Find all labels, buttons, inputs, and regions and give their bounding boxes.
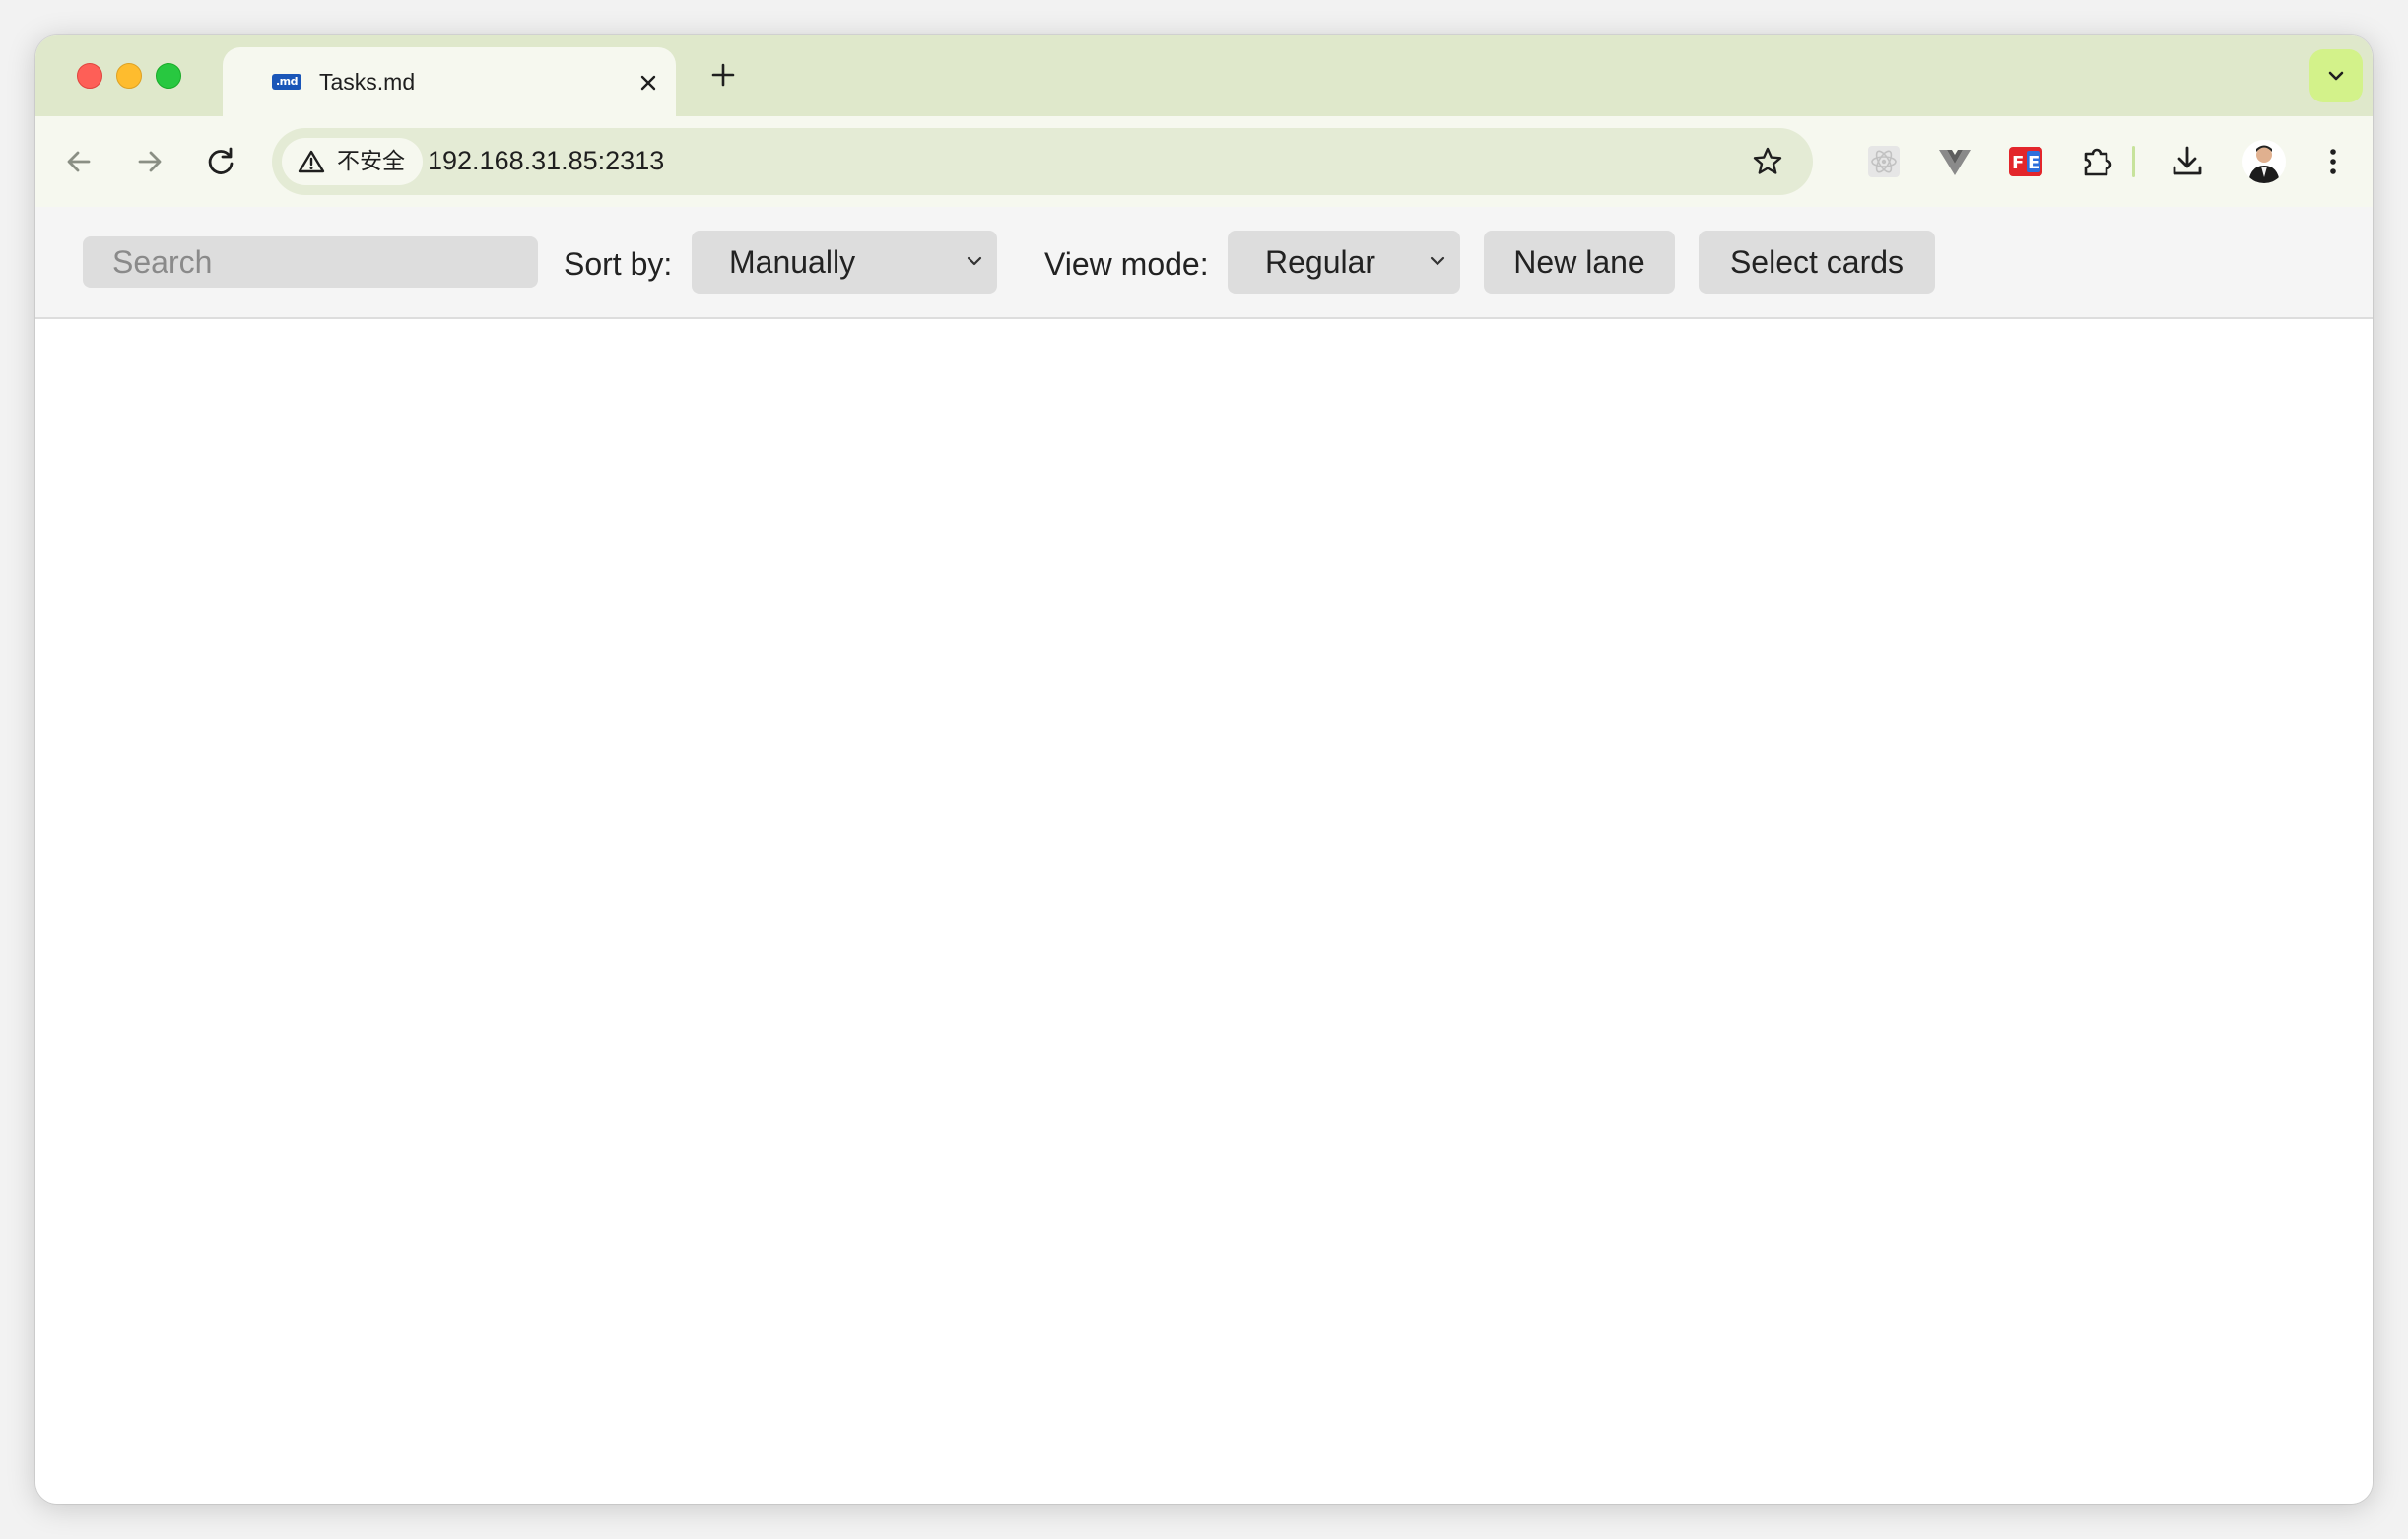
download-icon[interactable] [2168, 142, 2207, 181]
select-cards-button[interactable]: Select cards [1699, 231, 1935, 294]
sort-by-value: Manually [729, 244, 856, 280]
search-input[interactable] [83, 236, 538, 288]
view-mode-label: View mode: [1044, 246, 1209, 282]
svg-text:E: E [2028, 153, 2040, 173]
sort-by-select[interactable]: Manually [692, 231, 997, 294]
tab-title: Tasks.md [319, 69, 416, 95]
view-mode-select[interactable]: Regular [1228, 231, 1460, 294]
close-tab-icon[interactable] [636, 71, 660, 95]
fe-helper-icon[interactable]: F E [2006, 142, 2045, 181]
new-tab-icon[interactable] [705, 57, 741, 93]
vue-devtools-icon[interactable] [1935, 142, 1974, 181]
profile-avatar[interactable] [2242, 140, 2286, 183]
security-indicator[interactable]: 不安全 [282, 138, 423, 185]
forward-arrow-icon[interactable] [130, 142, 169, 181]
svg-text:F: F [2012, 153, 2024, 173]
close-window-button[interactable] [77, 63, 102, 89]
back-arrow-icon[interactable] [59, 142, 99, 181]
minimize-window-button[interactable] [116, 63, 142, 89]
new-lane-button[interactable]: New lane [1484, 231, 1675, 294]
zoom-window-button[interactable] [156, 63, 181, 89]
tab-search-button[interactable] [2309, 49, 2363, 102]
address-bar[interactable]: 不安全 192.168.31.85:2313 [272, 128, 1813, 195]
page-content: Sort by: Manually View mode: Regular New… [35, 207, 2373, 1504]
board-header: Sort by: Manually View mode: Regular New… [35, 207, 2373, 319]
toolbar-separator [2132, 146, 2135, 177]
puzzle-icon[interactable] [2077, 142, 2116, 181]
security-label: 不安全 [337, 149, 405, 174]
react-devtools-icon[interactable] [1864, 142, 1904, 181]
markdown-favicon-icon: .md [272, 74, 301, 90]
browser-toolbar: 不安全 192.168.31.85:2313 F E [35, 116, 2373, 207]
sort-by-label: Sort by: [564, 246, 673, 282]
url-text[interactable]: 192.168.31.85:2313 [428, 146, 664, 176]
kebab-menu-icon[interactable] [2313, 142, 2353, 181]
chevron-down-icon [967, 256, 982, 266]
reload-icon[interactable] [201, 142, 240, 181]
bookmark-star-icon[interactable] [1750, 144, 1785, 179]
view-mode-value: Regular [1265, 244, 1376, 280]
chevron-down-icon [1430, 256, 1445, 266]
avatar-person-icon [2248, 145, 2280, 183]
warning-icon [298, 150, 325, 173]
chevron-down-icon [2328, 71, 2344, 81]
tab-tasks-md[interactable]: .md Tasks.md [223, 47, 676, 116]
browser-window: .md Tasks.md 不安全 192.168.31.85:2313 F E … [35, 35, 2373, 1504]
tab-strip: .md Tasks.md [35, 35, 2373, 116]
